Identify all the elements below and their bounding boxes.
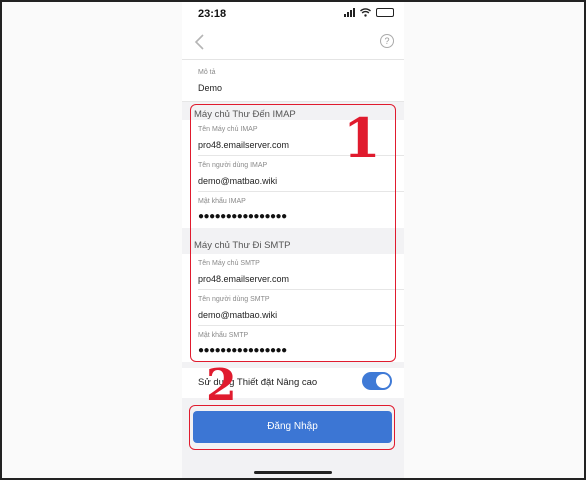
description-value: Demo: [198, 83, 223, 93]
help-icon[interactable]: ?: [380, 34, 394, 48]
description-field[interactable]: Mô tả Demo: [182, 60, 404, 102]
step-number-2: 2: [206, 360, 237, 411]
nav-bar: ?: [182, 24, 404, 60]
highlight-box-login: [189, 405, 395, 450]
status-bar: 23:18: [182, 2, 404, 24]
wifi-icon: [360, 8, 371, 17]
advanced-settings-toggle[interactable]: [362, 372, 392, 390]
status-time: 23:18: [198, 8, 227, 20]
home-indicator: [254, 471, 332, 474]
back-chevron-icon[interactable]: [190, 32, 210, 52]
signal-icon: [344, 8, 355, 17]
description-label: Mô tả: [198, 69, 216, 76]
battery-icon: [376, 8, 394, 17]
status-icons: [344, 8, 394, 17]
step-number-1: 1: [343, 106, 381, 170]
